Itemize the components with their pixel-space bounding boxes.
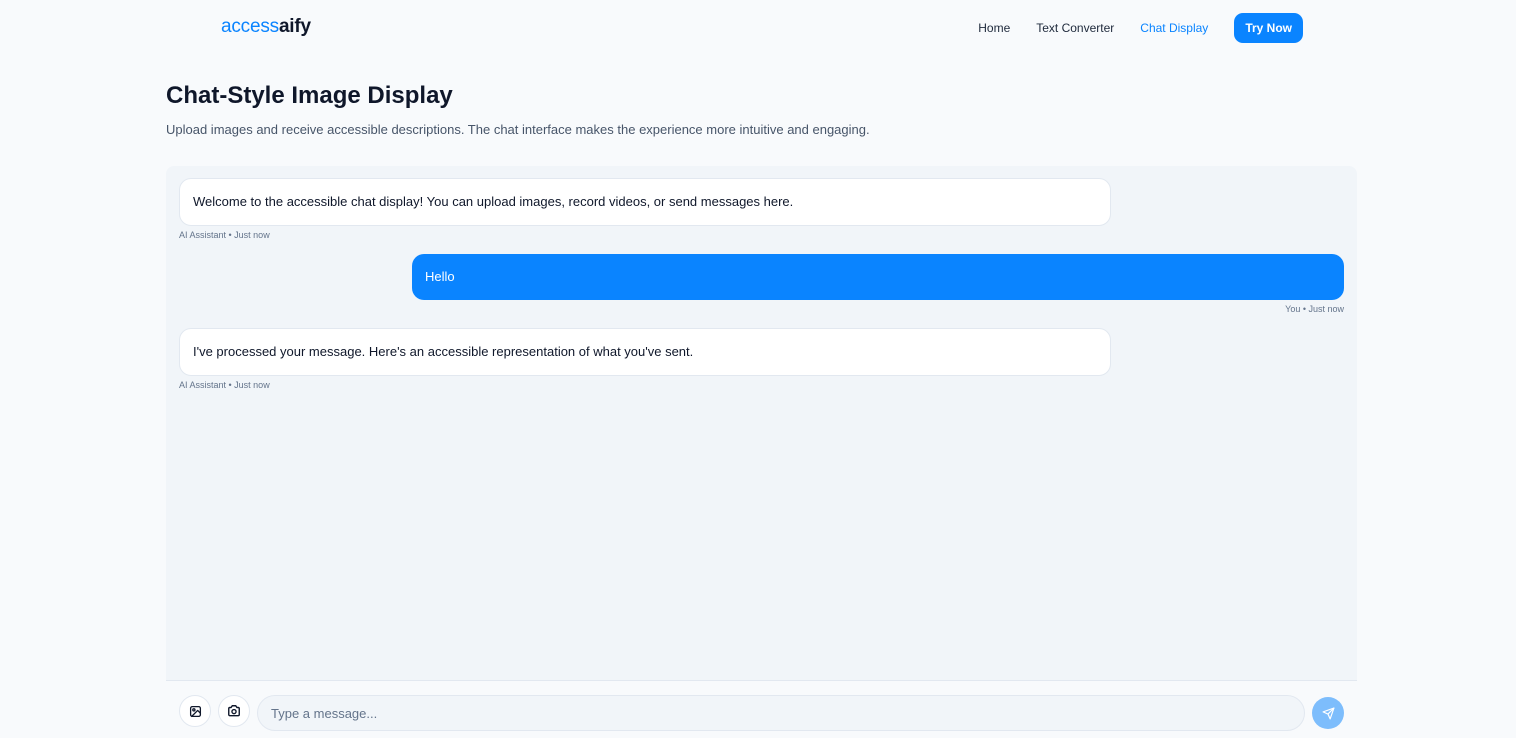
- message-input[interactable]: [257, 695, 1305, 731]
- brand-logo-part1: access: [221, 16, 279, 37]
- camera-icon: [227, 704, 241, 718]
- message-meta: You • Just now: [1285, 304, 1344, 314]
- nav-link-text-converter[interactable]: Text Converter: [1036, 21, 1114, 35]
- chat-panel: Welcome to the accessible chat display! …: [166, 166, 1357, 680]
- assistant-message-bubble: Welcome to the accessible chat display! …: [179, 178, 1111, 226]
- upload-image-button[interactable]: [179, 695, 211, 727]
- try-now-button[interactable]: Try Now: [1234, 13, 1303, 43]
- message-meta: AI Assistant • Just now: [179, 230, 270, 240]
- message-meta: AI Assistant • Just now: [179, 380, 270, 390]
- navbar: accessaify Home Text Converter Chat Disp…: [0, 0, 1516, 56]
- brand-logo-part2: aify: [278, 16, 311, 37]
- assistant-message-bubble: I've processed your message. Here's an a…: [179, 328, 1111, 376]
- user-message-bubble: Hello: [412, 254, 1344, 300]
- send-icon: [1321, 706, 1335, 720]
- nav-link-home[interactable]: Home: [978, 21, 1010, 35]
- message-composer: [166, 680, 1357, 738]
- nav-link-chat-display[interactable]: Chat Display: [1140, 21, 1208, 35]
- brand-logo[interactable]: accessaify: [221, 16, 311, 38]
- image-upload-icon: [189, 705, 202, 718]
- page-subtitle: Upload images and receive accessible des…: [166, 122, 870, 137]
- page-title: Chat-Style Image Display: [166, 82, 453, 109]
- camera-button[interactable]: [218, 695, 250, 727]
- send-button[interactable]: [1312, 697, 1344, 729]
- nav-links: Home Text Converter Chat Display Try Now: [952, 13, 1303, 43]
